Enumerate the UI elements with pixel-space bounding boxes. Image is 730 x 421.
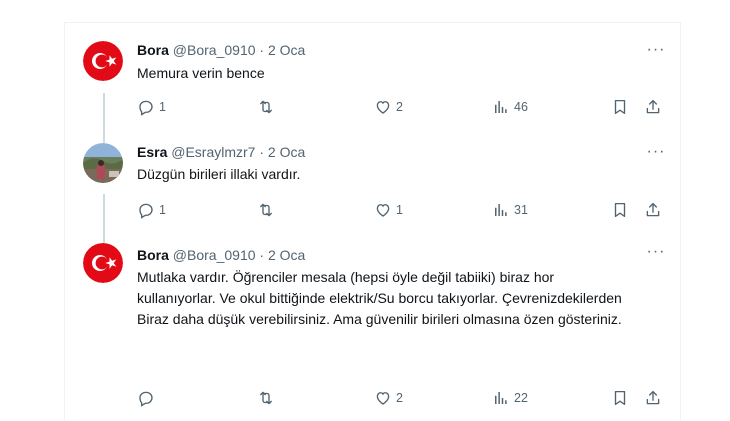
- tweet-header: Bora @Bora_0910 · 2 Oca: [137, 246, 305, 264]
- author-handle[interactable]: @Bora_0910: [173, 247, 256, 263]
- bookmark-icon: [611, 389, 629, 407]
- action-bar: 1 2 46: [137, 96, 666, 118]
- reply-count: 1: [159, 203, 166, 217]
- avatar[interactable]: [83, 41, 123, 81]
- tweet-date[interactable]: 2 Oca: [268, 42, 305, 58]
- like-count: 2: [396, 100, 403, 114]
- views-icon: [492, 201, 510, 219]
- separator-dot: ·: [259, 144, 265, 160]
- like-button[interactable]: 2: [374, 387, 403, 409]
- tweet-header: Bora @Bora_0910 · 2 Oca: [137, 41, 305, 59]
- author-name[interactable]: Bora: [137, 42, 169, 58]
- bookmark-button[interactable]: [611, 199, 629, 221]
- bookmark-button[interactable]: [611, 387, 629, 409]
- tweet-date[interactable]: 2 Oca: [268, 247, 305, 263]
- bookmark-icon: [611, 201, 629, 219]
- like-icon: [374, 201, 392, 219]
- like-button[interactable]: 1: [374, 199, 403, 221]
- like-icon: [374, 98, 392, 116]
- share-icon: [644, 201, 662, 219]
- views-button[interactable]: 46: [492, 96, 528, 118]
- like-count: 2: [396, 391, 403, 405]
- author-name[interactable]: Esra: [137, 144, 167, 160]
- retweet-icon: [257, 98, 275, 116]
- views-count: 46: [514, 100, 528, 114]
- separator-dot: ·: [259, 247, 265, 263]
- author-handle[interactable]: @Esraylmzr7: [171, 144, 255, 160]
- reply-icon: [137, 201, 155, 219]
- profile-photo: [83, 143, 123, 183]
- share-button[interactable]: [644, 199, 662, 221]
- tweet[interactable]: Esra @Esraylmzr7 · 2 Oca ··· Düzgün biri…: [65, 133, 680, 233]
- share-icon: [644, 389, 662, 407]
- conversation-panel: Bora @Bora_0910 · 2 Oca ··· Memura verin…: [64, 22, 681, 420]
- bookmark-icon: [611, 98, 629, 116]
- like-count: 1: [396, 203, 403, 217]
- tweet-text: Düzgün birileri illaki vardır.: [137, 166, 301, 182]
- retweet-icon: [257, 389, 275, 407]
- tweet-text: Mutlaka vardır. Öğrenciler mesala (hepsi…: [137, 269, 622, 327]
- reply-button[interactable]: 1: [137, 96, 166, 118]
- bookmark-button[interactable]: [611, 96, 629, 118]
- retweet-icon: [257, 201, 275, 219]
- more-icon[interactable]: ···: [646, 244, 666, 265]
- tweet-date[interactable]: 2 Oca: [268, 144, 305, 160]
- turkish-flag-icon: [83, 41, 123, 81]
- views-button[interactable]: 31: [492, 199, 528, 221]
- tweet-text: Memura verin bence: [137, 65, 265, 81]
- reply-button[interactable]: [137, 387, 159, 409]
- tweet[interactable]: Bora @Bora_0910 · 2 Oca ··· Mutlaka vard…: [65, 233, 680, 421]
- views-icon: [492, 389, 510, 407]
- turkish-flag-icon: [83, 243, 123, 283]
- more-icon[interactable]: ···: [646, 144, 666, 165]
- reply-icon: [137, 389, 155, 407]
- reply-count: 1: [159, 100, 166, 114]
- reply-button[interactable]: 1: [137, 199, 166, 221]
- tweet[interactable]: Bora @Bora_0910 · 2 Oca ··· Memura verin…: [65, 23, 680, 133]
- avatar[interactable]: [83, 143, 123, 183]
- retweet-button[interactable]: [257, 96, 279, 118]
- share-icon: [644, 98, 662, 116]
- share-button[interactable]: [644, 387, 662, 409]
- retweet-button[interactable]: [257, 199, 279, 221]
- author-name[interactable]: Bora: [137, 247, 169, 263]
- views-button[interactable]: 22: [492, 387, 528, 409]
- views-count: 31: [514, 203, 528, 217]
- like-button[interactable]: 2: [374, 96, 403, 118]
- tweet-header: Esra @Esraylmzr7 · 2 Oca: [137, 143, 305, 161]
- like-icon: [374, 389, 392, 407]
- retweet-button[interactable]: [257, 387, 279, 409]
- more-icon[interactable]: ···: [646, 42, 666, 63]
- share-button[interactable]: [644, 96, 662, 118]
- avatar[interactable]: [83, 243, 123, 283]
- separator-dot: ·: [259, 42, 265, 58]
- action-bar: 2 22: [137, 387, 666, 409]
- reply-icon: [137, 98, 155, 116]
- views-count: 22: [514, 391, 528, 405]
- action-bar: 1 1 31: [137, 199, 666, 221]
- author-handle[interactable]: @Bora_0910: [173, 42, 256, 58]
- views-icon: [492, 98, 510, 116]
